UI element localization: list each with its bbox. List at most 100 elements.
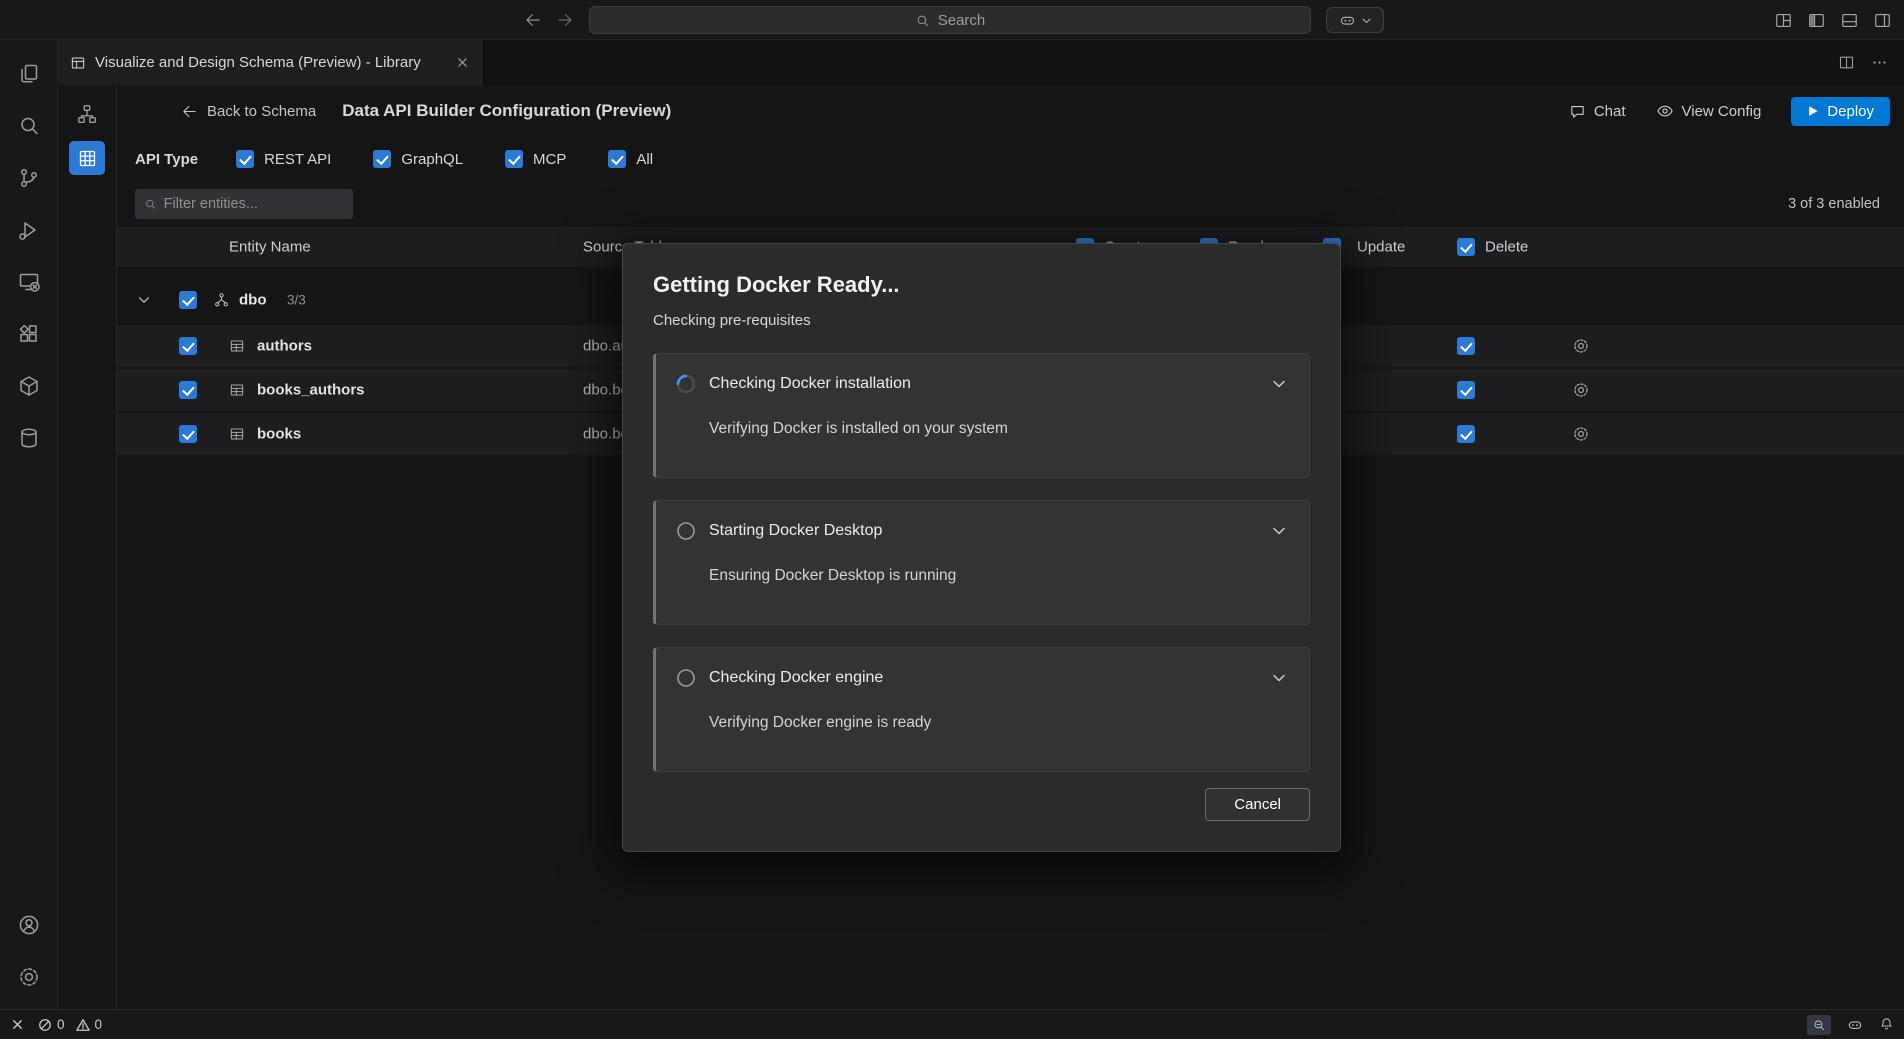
run-and-debug-icon[interactable] [5,204,53,256]
col-update: Update [1357,239,1405,256]
api-option-mcp[interactable]: MCP [505,150,566,168]
view-config-label: View Config [1682,103,1762,120]
back-arrow-icon[interactable] [524,11,542,29]
table-icon [229,382,245,398]
page-header: Back to Schema Data API Builder Configur… [117,85,1904,137]
tab-visualize-schema[interactable]: Visualize and Design Schema (Preview) - … [58,40,482,85]
toggle-panel-icon[interactable] [1840,11,1859,30]
collapse-chevron-icon[interactable] [137,293,151,307]
delete-checkbox[interactable] [1457,381,1475,399]
group-checkbox[interactable] [179,291,197,309]
chat-button[interactable]: Chat [1569,103,1626,120]
mcp-checkbox[interactable] [505,150,523,168]
delete-checkbox[interactable] [1457,425,1475,443]
titlebar: Search [0,0,1904,40]
status-bar: 0 0 [0,1009,1904,1039]
row-checkbox[interactable] [179,337,197,355]
all-checkbox[interactable] [608,150,626,168]
schema-icon [213,292,230,309]
entity-name: authors [257,338,312,355]
row-checkbox[interactable] [179,381,197,399]
graphql-checkbox[interactable] [373,150,391,168]
filter-entities-field[interactable] [135,189,353,219]
step-description: Verifying Docker engine is ready [709,714,1287,732]
back-to-schema-link[interactable]: Back to Schema [181,103,316,120]
account-icon[interactable] [5,899,53,951]
delete-all-checkbox[interactable] [1457,238,1475,256]
row-settings-gear-icon[interactable] [1572,425,1590,443]
back-label: Back to Schema [207,103,316,120]
dialog-title: Getting Docker Ready... [653,272,1310,298]
api-type-filter-row: API Type REST API GraphQL MCP [117,137,1904,181]
docker-steps: Checking Docker installation Verifying D… [653,353,1310,772]
rest-api-checkbox[interactable] [236,150,254,168]
search-icon[interactable] [5,100,53,152]
table-icon [229,338,245,354]
more-actions-icon[interactable] [1871,54,1888,71]
warning-count: 0 [95,1017,103,1032]
step-description: Verifying Docker is installed on your sy… [709,420,1287,438]
pending-circle-icon [676,521,696,541]
remote-indicator-icon[interactable] [10,1017,25,1032]
chat-icon [1569,103,1586,120]
api-option-rest[interactable]: REST API [236,150,331,168]
row-settings-gear-icon[interactable] [1572,337,1590,355]
zoom-indicator-icon[interactable] [1807,1015,1831,1035]
api-option-all[interactable]: All [608,150,653,168]
history-navigation [524,0,574,40]
page-title: Data API Builder Configuration (Preview) [342,101,671,121]
header-actions: Chat View Config Deploy [1569,97,1904,126]
deploy-button[interactable]: Deploy [1791,97,1890,126]
step-title: Checking Docker engine [709,669,883,687]
row-checkbox[interactable] [179,425,197,443]
back-arrow-icon [181,103,198,120]
pending-circle-icon [676,668,696,688]
cancel-button[interactable]: Cancel [1205,788,1310,821]
chevron-down-icon[interactable] [1271,523,1287,539]
settings-gear-icon[interactable] [5,951,53,1003]
notifications-bell-icon[interactable] [1879,1017,1894,1032]
tab-close-icon[interactable] [456,56,469,69]
delete-checkbox[interactable] [1457,337,1475,355]
docker-ready-dialog: Getting Docker Ready... Checking pre-req… [622,243,1341,852]
source-control-icon[interactable] [5,152,53,204]
toggle-secondary-sidebar-icon[interactable] [1873,11,1892,30]
problems-indicator[interactable]: 0 0 [38,1017,102,1032]
copilot-menu-button[interactable] [1326,7,1384,33]
split-editor-icon[interactable] [1838,54,1855,71]
tab-title: Visualize and Design Schema (Preview) - … [95,54,421,71]
customize-layout-icon[interactable] [1774,11,1793,30]
group-count: 3/3 [287,293,306,308]
step-docker-desktop: Starting Docker Desktop Ensuring Docker … [653,500,1310,625]
group-name: dbo [239,292,267,309]
error-count: 0 [57,1017,65,1032]
step-description: Ensuring Docker Desktop is running [709,567,1287,585]
tab-icon [70,55,86,71]
package-icon[interactable] [5,360,53,412]
chevron-down-icon[interactable] [1271,670,1287,686]
filter-entities-input[interactable] [164,196,344,212]
api-option-graphql[interactable]: GraphQL [373,150,463,168]
extensions-icon[interactable] [5,308,53,360]
command-center-search[interactable]: Search [589,6,1311,34]
api-type-label: API Type [135,151,198,168]
eye-icon [1656,102,1674,120]
database-icon[interactable] [5,412,53,464]
row-settings-gear-icon[interactable] [1572,381,1590,399]
chevron-down-icon[interactable] [1271,376,1287,392]
search-icon [144,197,157,211]
spinner-icon [676,374,696,394]
schema-designer-icon[interactable] [69,97,105,131]
layout-controls [1774,0,1892,40]
remote-window-error-icon[interactable] [5,256,53,308]
explorer-icon[interactable] [5,48,53,100]
schema-tool-strip [58,85,117,1009]
copilot-status-icon[interactable] [1847,1017,1863,1033]
data-api-builder-icon[interactable] [69,141,105,175]
copilot-icon [1339,12,1356,29]
forward-arrow-icon[interactable] [556,11,574,29]
enabled-count: 3 of 3 enabled [1788,196,1880,212]
toggle-primary-sidebar-icon[interactable] [1807,11,1826,30]
view-config-button[interactable]: View Config [1656,102,1762,120]
step-title: Checking Docker installation [709,375,911,393]
